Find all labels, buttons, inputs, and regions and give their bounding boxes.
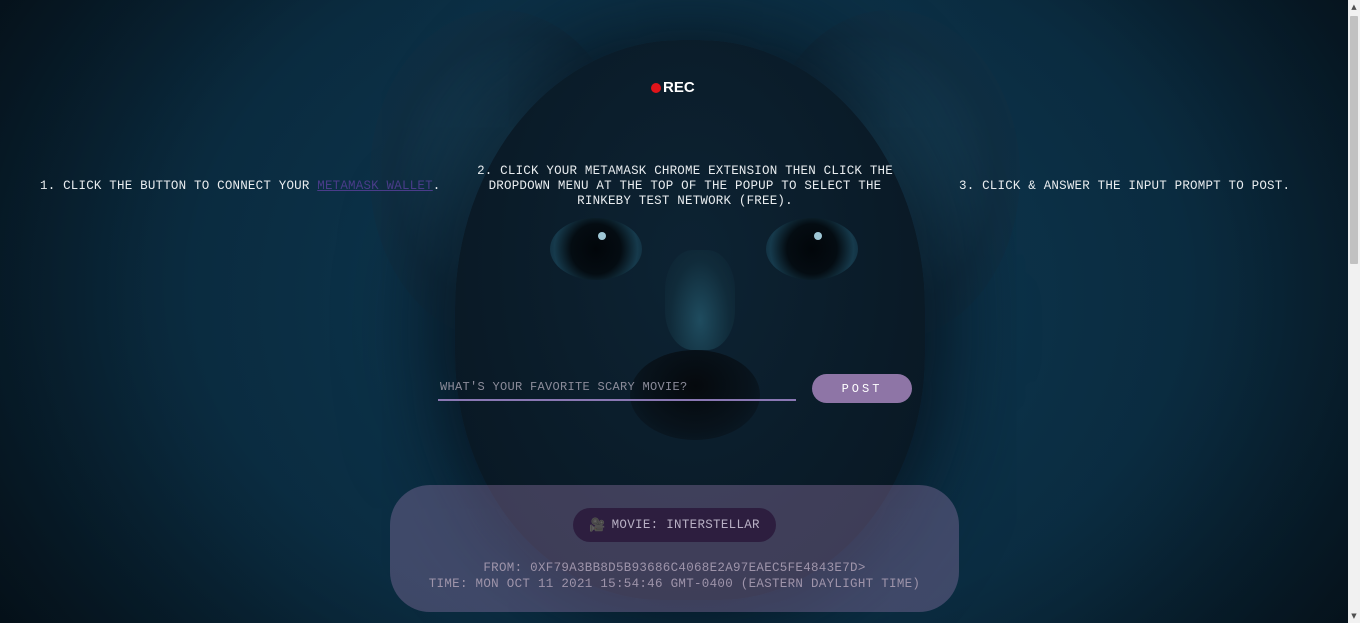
rec-badge: REC [651,79,695,96]
post-button[interactable]: POST [812,374,912,403]
rec-dot-icon [651,82,661,93]
movie-chip: 🎥 MOVIE: INTERSTELLAR [573,508,776,542]
scrollbar-thumb[interactable] [1350,16,1358,264]
app-page: REC 1. CLICK THE BUTTON TO CONNECT YOUR … [0,0,1360,623]
post-timestamp: TIME: MON OCT 11 2021 15:54:46 GMT-0400 … [428,577,921,591]
movie-camera-icon: 🎥 [589,517,606,533]
scroll-down-arrow-icon[interactable]: ▼ [1348,609,1360,623]
step-1-text: 1. CLICK THE BUTTON TO CONNECT YOUR [40,179,318,193]
instruction-step-2: 2. CLICK YOUR METAMASK CHROME EXTENSION … [477,164,893,208]
post-card: 🎥 MOVIE: INTERSTELLAR FROM: 0XF79A3BB8D5… [390,485,959,612]
vertical-scrollbar[interactable]: ▲ ▼ [1348,0,1360,623]
metamask-wallet-link[interactable]: METAMASK WALLET [317,179,433,193]
post-form: POST [438,374,912,404]
movie-label: MOVIE: INTERSTELLAR [611,518,760,532]
step-1-suffix: . [432,179,441,193]
instruction-step-3: 3. CLICK & ANSWER THE INPUT PROMPT TO PO… [959,179,1291,193]
post-from-address: FROM: 0XF79A3BB8D5B93686C4068E2A97EAEC5F… [483,561,866,575]
instruction-step-1: 1. CLICK THE BUTTON TO CONNECT YOUR META… [40,179,440,194]
rec-label: REC [663,79,695,96]
favorite-movie-input[interactable] [438,375,796,401]
scroll-up-arrow-icon[interactable]: ▲ [1348,0,1360,14]
